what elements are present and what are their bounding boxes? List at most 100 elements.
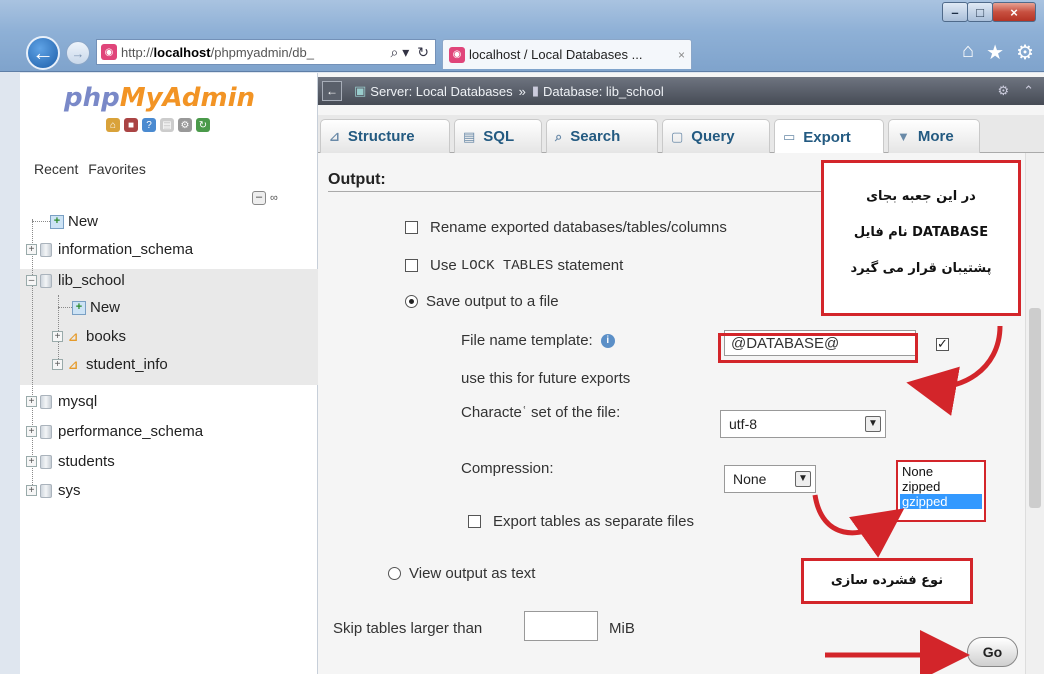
phpmyadmin-logo[interactable]: phpMyAdmin bbox=[64, 83, 255, 113]
recent-favorites-tabs: Recent Favorites bbox=[34, 161, 152, 177]
browser-tab-title: localhost / Local Databases ... bbox=[469, 47, 643, 62]
save-to-file-radio[interactable] bbox=[405, 295, 418, 308]
database-icon bbox=[40, 424, 52, 439]
documentation-icon[interactable]: ▤ bbox=[160, 118, 174, 132]
tree-item-lib-school[interactable]: – lib_school bbox=[26, 272, 125, 289]
navigation-panel: phpMyAdmin ⌂ ■ ? ▤ ⚙ ↻ Recent Favorites … bbox=[20, 73, 318, 674]
template-annotation-box: در این جعبه بجای DATABASE نام فایل پشتیب… bbox=[821, 160, 1021, 316]
recent-link[interactable]: Recent bbox=[34, 161, 78, 177]
expand-icon[interactable]: + bbox=[26, 426, 37, 437]
separate-files-checkbox[interactable] bbox=[468, 515, 481, 528]
collapse-all-icon[interactable]: – bbox=[252, 191, 266, 205]
tree-item-information-schema[interactable]: + information_schema bbox=[26, 241, 193, 258]
go-button[interactable]: Go bbox=[967, 637, 1018, 667]
home-icon[interactable]: ⌂ bbox=[962, 40, 974, 65]
skip-tables-input[interactable] bbox=[524, 611, 598, 641]
database-icon bbox=[40, 454, 52, 469]
tab-close-icon[interactable]: × bbox=[678, 48, 685, 62]
help-icon[interactable]: i bbox=[600, 333, 615, 348]
collapse-navigation-button[interactable]: ← bbox=[322, 81, 342, 101]
tab-structure[interactable]: ⊿ Structure bbox=[320, 119, 450, 153]
compression-select[interactable]: None ▼ bbox=[724, 465, 816, 493]
window-controls: – □ × bbox=[942, 2, 1036, 22]
tree-item-new[interactable]: + New bbox=[32, 213, 98, 230]
expand-icon[interactable]: + bbox=[52, 359, 63, 370]
site-favicon-icon: ◉ bbox=[101, 44, 117, 60]
expand-icon[interactable]: + bbox=[26, 244, 37, 255]
rename-exported-option[interactable]: Rename exported databases/tables/columns bbox=[405, 219, 727, 236]
new-icon: + bbox=[72, 300, 86, 315]
tab-search[interactable]: ⌕ Search bbox=[546, 119, 658, 153]
settings-icon[interactable]: ⚙ bbox=[178, 118, 192, 132]
tree-item-books[interactable]: + ⊿ books bbox=[52, 328, 126, 345]
compression-option-none[interactable]: None bbox=[900, 464, 982, 479]
minimize-button[interactable]: – bbox=[942, 2, 968, 22]
tab-bar: ⊿ Structure ▤ SQL ⌕ Search ▢ Query ▭ Export ▼… bbox=[318, 115, 1044, 154]
search-dropdown-icon[interactable]: ⌕ ▾ bbox=[391, 44, 410, 61]
compression-dropdown-list: None zipped gzipped bbox=[896, 460, 986, 522]
mib-unit: MiB bbox=[609, 620, 635, 637]
settings-gear-icon[interactable]: ⚙ bbox=[1016, 40, 1034, 65]
skip-tables-label: Skip tables larger than bbox=[333, 620, 483, 637]
address-bar[interactable]: ◉ http://localhost/phpmyadmin/db_ ⌕ ▾ ↻ bbox=[96, 39, 436, 65]
breadcrumb-database[interactable]: Database: lib_school bbox=[543, 84, 664, 99]
expand-icon[interactable]: + bbox=[26, 456, 37, 467]
remember-template-checkbox[interactable] bbox=[936, 336, 949, 352]
back-button[interactable]: ← bbox=[26, 36, 60, 70]
tab-sql[interactable]: ▤ SQL bbox=[454, 119, 542, 153]
lock-tables-option[interactable]: Use LOCK TABLES statement bbox=[405, 257, 623, 274]
annotation-line-1: در این جعبه بجای bbox=[866, 189, 976, 204]
scrollbar[interactable] bbox=[1025, 153, 1044, 674]
tree-item-students[interactable]: + students bbox=[26, 453, 115, 470]
query-icon: ▢ bbox=[671, 128, 684, 144]
favorites-link[interactable]: Favorites bbox=[88, 161, 146, 177]
tree-item-mysql[interactable]: + mysql bbox=[26, 393, 97, 410]
chevron-down-icon: ▼ bbox=[897, 129, 910, 144]
favorites-star-icon[interactable]: ★ bbox=[986, 40, 1004, 65]
expand-icon[interactable]: + bbox=[52, 331, 63, 342]
tab-more[interactable]: ▼ More bbox=[888, 119, 980, 153]
collapse-top-icon[interactable]: ⌃ bbox=[1023, 83, 1034, 99]
maximize-button[interactable]: □ bbox=[967, 2, 993, 22]
home-icon[interactable]: ⌂ bbox=[106, 118, 120, 132]
table-icon: ⊿ bbox=[67, 357, 79, 372]
browser-tab[interactable]: ◉ localhost / Local Databases ... × bbox=[442, 39, 692, 69]
view-as-text-option[interactable]: View output as text bbox=[388, 565, 535, 582]
save-to-file-option[interactable]: Save output to a file bbox=[405, 293, 559, 310]
tree-item-performance-schema[interactable]: + performance_schema bbox=[26, 423, 203, 440]
browser-titlebar: – □ × ← → ◉ http://localhost/phpmyadmin/… bbox=[0, 0, 1044, 72]
compression-option-gzipped[interactable]: gzipped bbox=[900, 494, 982, 509]
database-icon bbox=[40, 242, 52, 257]
address-url: http://localhost/phpmyadmin/db_ bbox=[121, 44, 314, 60]
collapse-icon[interactable]: – bbox=[26, 275, 37, 286]
compression-label: Compression: bbox=[461, 460, 554, 477]
view-as-text-radio[interactable] bbox=[388, 567, 401, 580]
tab-export[interactable]: ▭ Export bbox=[774, 119, 884, 154]
export-icon: ▭ bbox=[783, 129, 796, 144]
compression-option-zipped[interactable]: zipped bbox=[900, 479, 982, 494]
chevron-down-icon: ▼ bbox=[795, 471, 811, 487]
tree-item-new-table[interactable]: + New bbox=[58, 299, 120, 316]
table-icon: ⊿ bbox=[67, 329, 79, 344]
forward-button[interactable]: → bbox=[66, 41, 90, 65]
expand-icon[interactable]: + bbox=[26, 396, 37, 407]
separate-files-option[interactable]: Export tables as separate files bbox=[468, 513, 694, 530]
refresh-icon[interactable]: ↻ bbox=[417, 44, 429, 61]
link-icon[interactable]: ∞ bbox=[270, 192, 278, 204]
tree-item-sys[interactable]: + sys bbox=[26, 482, 81, 499]
lock-tables-checkbox[interactable] bbox=[405, 259, 418, 272]
tree-controls: – ∞ bbox=[252, 191, 278, 205]
charset-select[interactable]: utf-8 ▼ bbox=[720, 410, 886, 438]
scrollbar-thumb[interactable] bbox=[1029, 308, 1041, 508]
help-icon[interactable]: ? bbox=[142, 118, 156, 132]
tab-query[interactable]: ▢ Query bbox=[662, 119, 770, 153]
expand-icon[interactable]: + bbox=[26, 485, 37, 496]
breadcrumb-server[interactable]: Server: Local Databases bbox=[370, 84, 512, 99]
logout-icon[interactable]: ■ bbox=[124, 118, 138, 132]
database-icon bbox=[40, 483, 52, 498]
settings-gear-icon[interactable]: ⚙ bbox=[997, 83, 1009, 99]
tree-item-student-info[interactable]: + ⊿ student_info bbox=[52, 356, 168, 373]
reload-icon[interactable]: ↻ bbox=[196, 118, 210, 132]
rename-checkbox[interactable] bbox=[405, 221, 418, 234]
close-window-button[interactable]: × bbox=[992, 2, 1036, 22]
